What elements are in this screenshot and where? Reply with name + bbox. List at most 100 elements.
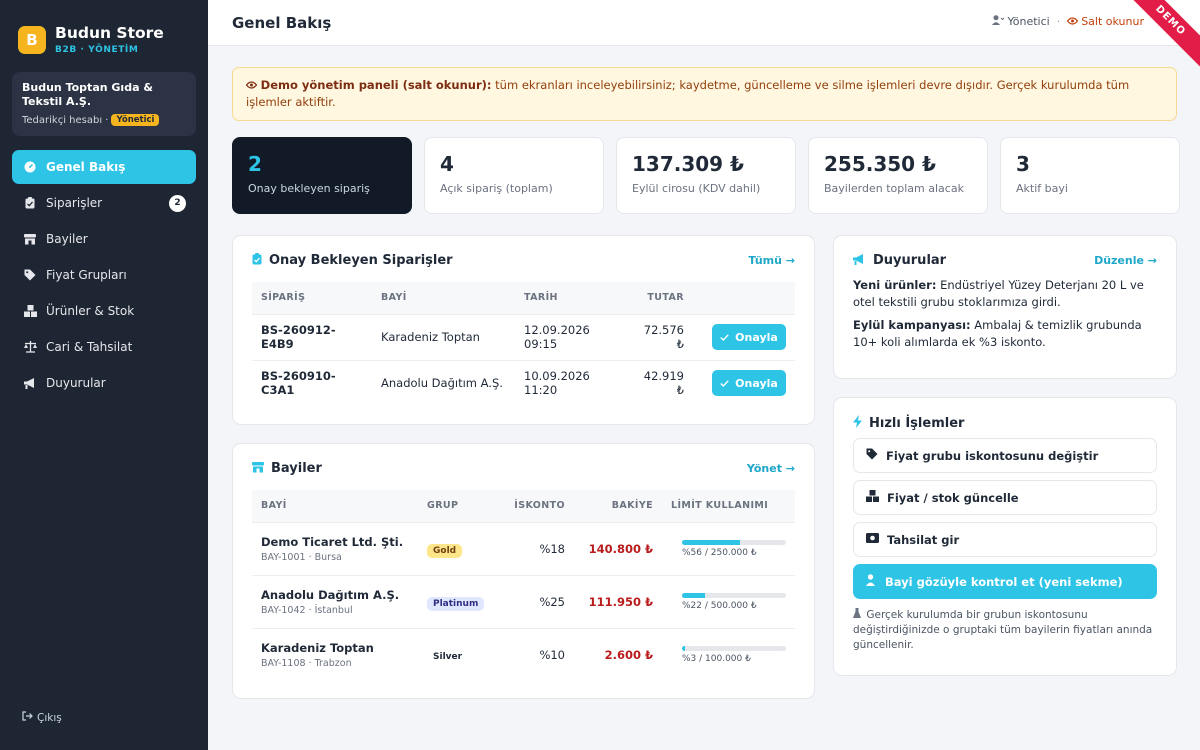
sidebar-item-bayiler[interactable]: Bayiler [12, 222, 196, 256]
note-text: Gerçek kurulumda bir grubun iskontosunu … [853, 609, 1153, 651]
dealers-table: BAYİ GRUP İSKONTO BAKİYE LİMİT KULLANIMI… [252, 490, 795, 681]
manage-dealers-link[interactable]: Yönet → [747, 462, 795, 475]
header-user-name[interactable]: Yönetici [1008, 15, 1050, 28]
edit-announcements-link[interactable]: Düzenle → [1094, 254, 1157, 267]
table-row: BS-260910-C3A1 Anadolu Dağıtım A.Ş. 10.0… [252, 359, 795, 406]
limit-usage-fill [682, 539, 741, 545]
announcement-item: Yeni ürünler: Endüstriyel Yüzey Deterjan… [853, 277, 1157, 311]
column-header: GRUP [418, 490, 498, 522]
sidebar-item-cari-tahsilat[interactable]: Cari & Tahsilat [12, 330, 196, 364]
all-orders-link[interactable]: Tümü → [748, 254, 795, 267]
dealer-balance: 2.600 ₺ [574, 627, 662, 681]
stat-card-pending-orders[interactable]: 2 Onay bekleyen sipariş [232, 137, 412, 214]
approve-label: Onayla [735, 376, 778, 390]
flask-icon [853, 608, 861, 621]
user-shield-icon [866, 574, 877, 589]
table-row: Anadolu Dağıtım A.Ş. BAY-1042 · İstanbul… [252, 574, 795, 628]
eye-icon [1066, 15, 1079, 28]
sidebar-item-urunler-stok[interactable]: Ürünler & Stok [12, 294, 196, 328]
dealer-name: Anadolu Dağıtım A.Ş. [372, 359, 515, 406]
pending-orders-card: Onay Bekleyen Siparişler Tümü → SİPARİŞ … [232, 235, 815, 425]
column-header: BAYİ [372, 282, 515, 314]
boxes-icon [866, 490, 879, 505]
scale-icon [22, 341, 38, 353]
sidebar-item-label: Ürünler & Stok [46, 304, 135, 318]
store-icon [252, 461, 264, 476]
brand-logo: B [18, 25, 46, 54]
order-date: 12.09.2026 09:15 [515, 313, 625, 360]
account-type: Tedarikçi hesabı · [22, 114, 109, 126]
table-row: Demo Ticaret Ltd. Şti. BAY-1001 · Bursa … [252, 521, 795, 575]
card-title: Duyurular [873, 253, 947, 268]
action-label: Tahsilat gir [887, 532, 960, 547]
dealer-name[interactable]: Demo Ticaret Ltd. Şti. [261, 535, 409, 549]
announcements-card: Duyurular Düzenle → Yeni ürünler: Endüst… [833, 235, 1177, 379]
logout-link[interactable]: Çıkış [22, 711, 62, 724]
sidebar-item-label: Fiyat Grupları [46, 268, 127, 282]
order-date: 10.09.2026 11:20 [515, 359, 625, 406]
sidebar-item-siparisler[interactable]: Siparişler 2 [12, 186, 196, 220]
gauge-icon [22, 161, 38, 173]
dealer-discount: %25 [498, 574, 574, 628]
boxes-icon [22, 305, 38, 317]
sidebar-nav: Genel Bakış Siparişler 2 Bayiler Fiyat G… [0, 150, 208, 400]
dealer-code: BAY-1001 · Bursa [261, 551, 342, 563]
limit-usage-bar [682, 539, 786, 545]
stat-label: Bayilerden toplam alacak [824, 182, 964, 195]
dealers-card: Bayiler Yönet → BAYİ GRUP İSKONTO BAKİYE… [232, 443, 815, 699]
stat-card-active-dealers: 3 Aktif bayi [1000, 137, 1180, 214]
column-header: BAKİYE [574, 490, 662, 522]
quick-actions-note: Gerçek kurulumda bir grubun iskontosunu … [853, 608, 1157, 653]
stat-value: 4 [440, 152, 454, 176]
order-amount: 72.576 ₺ [625, 313, 693, 360]
change-group-discount-button[interactable]: Fiyat grubu iskontosunu değiştir [853, 438, 1157, 473]
order-id[interactable]: BS-260912-E4B9 [252, 313, 372, 360]
limit-usage-label: %56 / 250.000 ₺ [682, 547, 757, 558]
limit-usage-label: %3 / 100.000 ₺ [682, 653, 751, 664]
header-user-area: Yönetici · Salt okunur [991, 15, 1144, 28]
bolt-icon [853, 415, 862, 431]
sidebar-item-label: Cari & Tahsilat [46, 340, 133, 354]
enter-payment-button[interactable]: Tahsilat gir [853, 522, 1157, 557]
orders-count-badge: 2 [169, 194, 186, 212]
column-header: BAYİ [252, 490, 418, 522]
group-badge: Platinum [427, 596, 485, 611]
approve-label: Onayla [735, 330, 778, 344]
account-role-badge: Yönetici [111, 114, 160, 126]
dealer-name[interactable]: Karadeniz Toptan [261, 641, 409, 655]
approve-button[interactable]: Onayla [712, 370, 786, 397]
store-icon [22, 233, 38, 245]
sidebar-item-fiyat-gruplari[interactable]: Fiyat Grupları [12, 258, 196, 292]
clipboard-icon [22, 197, 38, 209]
stat-label: Eylül cirosu (KDV dahil) [632, 182, 761, 195]
brand-subtitle: B2B · YÖNETİM [55, 45, 139, 55]
column-header: TUTAR [625, 282, 693, 314]
dealer-name[interactable]: Anadolu Dağıtım A.Ş. [261, 588, 409, 602]
account-name: Budun Toptan Gıda & Tekstil A.Ş. [22, 81, 153, 108]
sidebar-item-genel-bakis[interactable]: Genel Bakış [12, 150, 196, 184]
action-label: Fiyat grubu iskontosunu değiştir [886, 448, 1099, 463]
card-title: Bayiler [271, 461, 322, 476]
logout-icon [22, 711, 33, 724]
tags-icon [22, 269, 38, 281]
column-header: İSKONTO [498, 490, 574, 522]
brand[interactable]: B Budun Store B2B · YÖNETİM [0, 0, 208, 55]
update-price-stock-button[interactable]: Fiyat / stok güncelle [853, 480, 1157, 515]
sidebar-item-label: Bayiler [46, 232, 88, 246]
approve-button[interactable]: Onayla [712, 324, 786, 350]
clipboard-check-icon [252, 253, 262, 268]
stat-label: Onay bekleyen sipariş [248, 182, 370, 195]
stat-value: 2 [248, 152, 262, 176]
quick-actions-card: Hızlı İşlemler Fiyat grubu iskontosunu d… [833, 397, 1177, 676]
dealer-view-button[interactable]: Bayi gözüyle kontrol et (yeni sekme) [853, 564, 1157, 599]
dealer-name: Karadeniz Toptan [372, 313, 515, 360]
order-id[interactable]: BS-260910-C3A1 [252, 359, 372, 406]
column-header: SİPARİŞ [252, 282, 372, 314]
separator-dot: · [1056, 15, 1061, 28]
sidebar-item-duyurular[interactable]: Duyurular [12, 366, 196, 400]
megaphone-icon [22, 377, 38, 389]
dealer-discount: %10 [498, 627, 574, 681]
account-card: Budun Toptan Gıda & Tekstil A.Ş. Tedarik… [12, 72, 196, 136]
dealer-balance: 140.800 ₺ [574, 521, 662, 575]
limit-usage-fill [682, 592, 705, 598]
